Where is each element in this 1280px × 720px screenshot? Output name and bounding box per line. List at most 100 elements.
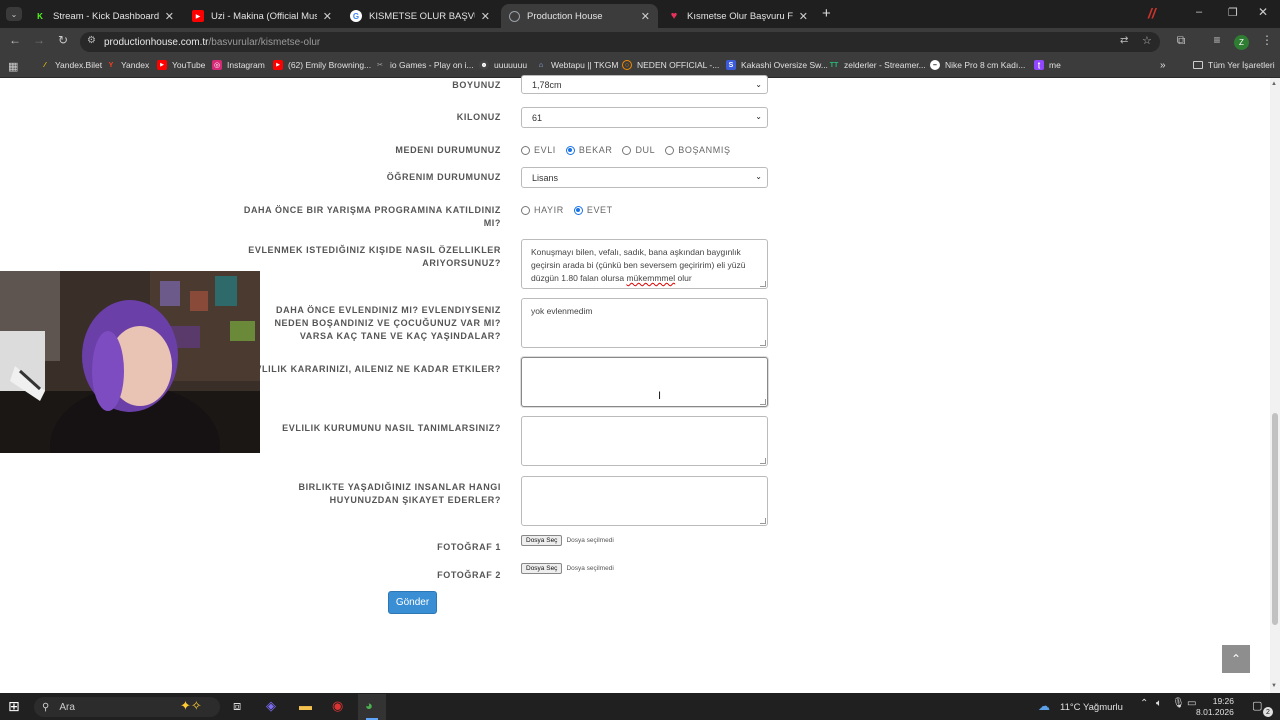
site-info-icon[interactable]: ⚙ xyxy=(87,35,96,46)
contest-option-evet[interactable]: EVET xyxy=(573,205,613,215)
bookmark-webtapu[interactable]: ⌂ Webtapu || TKGM xyxy=(536,60,619,70)
complaints-textarea[interactable] xyxy=(521,476,768,526)
marital-option-bekar[interactable]: BEKAR xyxy=(565,145,613,155)
apps-grid-icon[interactable]: ▦ xyxy=(8,60,18,73)
radio-button[interactable] xyxy=(521,145,530,155)
minimize-icon[interactable]: – xyxy=(1196,6,1202,18)
previous-marriage-textarea[interactable]: yok evlenmedim xyxy=(521,298,768,348)
google-icon: G xyxy=(350,10,362,22)
close-tab-icon[interactable]: ✕ xyxy=(323,10,332,23)
bookmark-io-games[interactable]: ✂ io Games - Play on i... xyxy=(375,60,474,70)
weight-select[interactable]: 61 ⌄ xyxy=(521,107,768,128)
webcam-feed-image xyxy=(0,271,260,453)
tab-production-house[interactable]: Production House ✕ xyxy=(501,4,658,28)
close-window-icon[interactable]: ✕ xyxy=(1258,5,1268,19)
back-to-top-button[interactable]: ⌃ xyxy=(1222,645,1250,673)
radio-button[interactable] xyxy=(665,145,675,155)
new-tab-button[interactable]: + xyxy=(822,5,831,22)
app-icon[interactable]: ◉ xyxy=(332,698,343,714)
bookmark-yandex[interactable]: Y Yandex xyxy=(106,60,150,70)
menu-icon[interactable]: ⋮ xyxy=(1258,33,1276,47)
height-select[interactable]: 1,78cm ⌄ xyxy=(521,75,768,94)
education-select[interactable]: Lisans ⌄ xyxy=(521,167,768,188)
youtube-icon: ▶ xyxy=(157,60,167,70)
photo-1-file-input[interactable]: Dosya Seç Dosya seçilmedi xyxy=(521,535,614,546)
resize-grip-icon[interactable] xyxy=(760,399,766,405)
photo-2-file-input[interactable]: Dosya Seç Dosya seçilmedi xyxy=(521,563,614,574)
tab-kick-dashboard[interactable]: K Stream - Kick Dashboard ✕ xyxy=(26,4,182,28)
resize-grip-icon[interactable] xyxy=(760,458,766,464)
forward-icon[interactable]: → xyxy=(30,33,48,47)
bookmark-yandex-bilet[interactable]: ⁄ Yandex.Bilet xyxy=(40,60,102,70)
bookmark-kakashi[interactable]: S Kakashi Oversize Sw... xyxy=(726,60,828,70)
windows-start-icon[interactable]: ⊞ xyxy=(8,698,20,715)
close-tab-icon[interactable]: ✕ xyxy=(799,10,808,23)
reading-list-icon[interactable]: ≡ xyxy=(1208,33,1226,47)
marital-option-bosanmis[interactable]: BOŞANMIŞ xyxy=(665,145,730,155)
scrollbar-thumb[interactable] xyxy=(1272,413,1278,625)
restore-icon[interactable]: ❐ xyxy=(1228,6,1238,19)
streamer-icon: TT xyxy=(829,61,839,69)
task-view-icon[interactable]: ⧈ xyxy=(233,698,241,714)
partner-qualities-textarea[interactable]: Konuşmayı bilen, vefalı, sadık, bana aşk… xyxy=(521,239,768,289)
tab-youtube-uzi[interactable]: ▶ Uzi - Makina (Official Music Vid ✕ xyxy=(184,4,340,28)
close-tab-icon[interactable]: ✕ xyxy=(165,10,174,23)
scroll-up-arrow-icon[interactable]: ▲ xyxy=(1271,81,1277,87)
tray-chevron-icon[interactable]: ⌃ xyxy=(1140,698,1148,709)
bookmark-star-icon[interactable]: ☆ xyxy=(1142,34,1152,47)
all-bookmarks-folder[interactable]: Tüm Yer İşaretleri xyxy=(1193,60,1275,70)
address-bar[interactable]: ⚙ productionhouse.com.tr/basvurular/kism… xyxy=(80,32,1160,52)
tab-search-chevron-icon[interactable]: ⌄ xyxy=(6,7,22,21)
resize-grip-icon[interactable] xyxy=(760,340,766,346)
clock-date[interactable]: 8.01.2026 xyxy=(1196,707,1234,717)
spellcheck-word: mükemmmel xyxy=(626,273,676,283)
bookmark-instagram[interactable]: ◎ Instagram xyxy=(212,60,265,70)
chrome-icon: ◕ xyxy=(365,698,373,713)
radio-button[interactable] xyxy=(521,205,530,215)
radio-button[interactable] xyxy=(573,205,583,215)
resize-grip-icon[interactable] xyxy=(760,281,766,287)
scroll-down-arrow-icon[interactable]: ▼ xyxy=(1271,683,1277,689)
clock-time[interactable]: 19:26 xyxy=(1204,696,1234,706)
bookmark-emily-browning[interactable]: ▶ (62) Emily Browning... xyxy=(273,60,371,70)
bookmark-youtube[interactable]: ▶ YouTube xyxy=(157,60,205,70)
kick-icon: K xyxy=(37,11,43,21)
chrome-taskbar-button[interactable]: ◕ xyxy=(358,694,386,720)
translate-icon[interactable]: ⇄ xyxy=(1120,35,1128,46)
bookmark-me[interactable]: ʈ me xyxy=(1034,60,1061,70)
contest-option-hayir[interactable]: HAYIR xyxy=(521,205,564,215)
bookmark-nike-pro[interactable]: – Nike Pro 8 cm Kadı... xyxy=(930,60,1025,70)
family-influence-textarea[interactable]: I xyxy=(521,357,768,407)
yandex-bilet-icon: ⁄ xyxy=(44,61,46,69)
microphone-icon[interactable]: 🎙︎ xyxy=(1172,698,1185,709)
tab-google-form[interactable]: G KISMETSE OLUR BAŞVURU - Go ✕ xyxy=(342,4,498,28)
copilot-icon[interactable]: ◈ xyxy=(266,698,276,714)
close-tab-icon[interactable]: ✕ xyxy=(641,10,650,23)
bookmark-zelderler[interactable]: TT zelderler - Streamer... xyxy=(829,60,926,70)
marital-option-evli[interactable]: EVLI xyxy=(521,145,556,155)
taskbar-search[interactable]: ⚲ Ara ✦✧ xyxy=(34,697,220,717)
radio-button[interactable] xyxy=(565,145,575,155)
choose-file-button[interactable]: Dosya Seç xyxy=(521,535,563,546)
close-tab-icon[interactable]: ✕ xyxy=(481,10,490,23)
marriage-definition-textarea[interactable] xyxy=(521,416,768,466)
weather-text[interactable]: 11°C Yağmurlu xyxy=(1060,702,1123,713)
choose-file-button[interactable]: Dosya Seç xyxy=(521,563,563,574)
tab-kismetse-olur-form[interactable]: ♥ Kısmetse Olur Başvuru Formu - ✕ xyxy=(660,4,816,28)
profile-avatar[interactable]: Z xyxy=(1234,35,1249,50)
radio-button[interactable] xyxy=(622,145,632,155)
back-icon[interactable]: ← xyxy=(6,33,24,47)
extensions-icon[interactable]: ⧉ xyxy=(1172,33,1190,48)
text-cursor-icon: I xyxy=(658,390,662,402)
notification-icon[interactable]: ▢ xyxy=(1252,699,1262,712)
file-explorer-icon[interactable]: ▬ xyxy=(299,698,312,713)
bookmark-uuuuuuu[interactable]: ☻ uuuuuuu xyxy=(479,60,527,70)
marital-option-dul[interactable]: DUL xyxy=(622,145,655,155)
resize-grip-icon[interactable] xyxy=(760,518,766,524)
submit-button[interactable]: Gönder xyxy=(388,591,437,614)
bookmark-neden-official[interactable]: ○ NEDEN OFFICIAL -... xyxy=(622,60,719,70)
weight-label: KILONUZ xyxy=(456,112,501,122)
more-bookmarks-icon[interactable]: » xyxy=(1160,60,1166,71)
speaker-icon[interactable]: 🔈︎ xyxy=(1156,698,1162,709)
reload-icon[interactable]: ↻ xyxy=(54,33,72,47)
